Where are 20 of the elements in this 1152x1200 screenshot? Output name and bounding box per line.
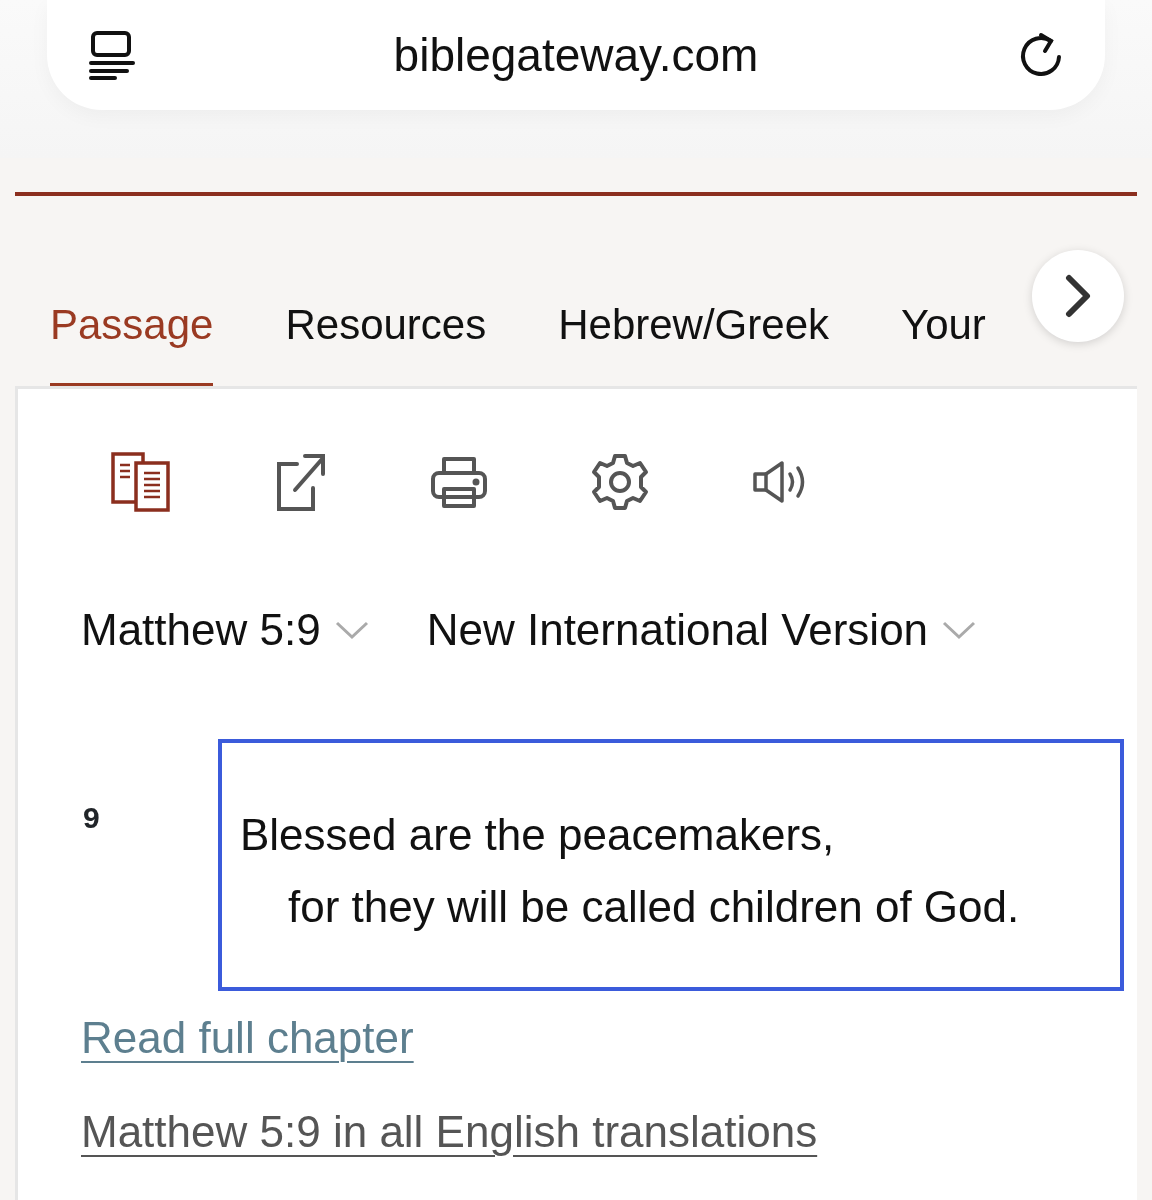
chevron-down-icon xyxy=(334,620,369,640)
chevron-right-icon xyxy=(1063,274,1093,318)
print-icon[interactable] xyxy=(430,455,488,509)
tab[interactable]: Your xyxy=(901,196,986,386)
verse-number: 9 xyxy=(82,800,101,836)
parallel-view-icon[interactable] xyxy=(110,451,172,513)
dropdown[interactable]: Matthew 5:9 xyxy=(81,597,369,663)
scroll-right-button[interactable] xyxy=(1032,250,1124,342)
reader-icon[interactable] xyxy=(89,30,135,80)
verse-line: Blessed are the peacemakers, xyxy=(240,809,835,861)
link[interactable]: Matthew 5:9 in all English translations xyxy=(81,1099,818,1165)
tab[interactable]: Hebrew/Greek xyxy=(558,196,829,386)
dropdown[interactable]: New International Version xyxy=(426,597,977,663)
link[interactable]: Read full chapter xyxy=(81,1005,414,1071)
verse-line: for they will be called children of God. xyxy=(287,881,1020,933)
tab[interactable]: Resources xyxy=(285,196,487,386)
chevron-down-icon xyxy=(942,620,977,640)
url-text[interactable]: biblegateway.com xyxy=(393,20,759,90)
settings-icon[interactable] xyxy=(591,453,649,511)
share-icon[interactable] xyxy=(275,452,327,512)
